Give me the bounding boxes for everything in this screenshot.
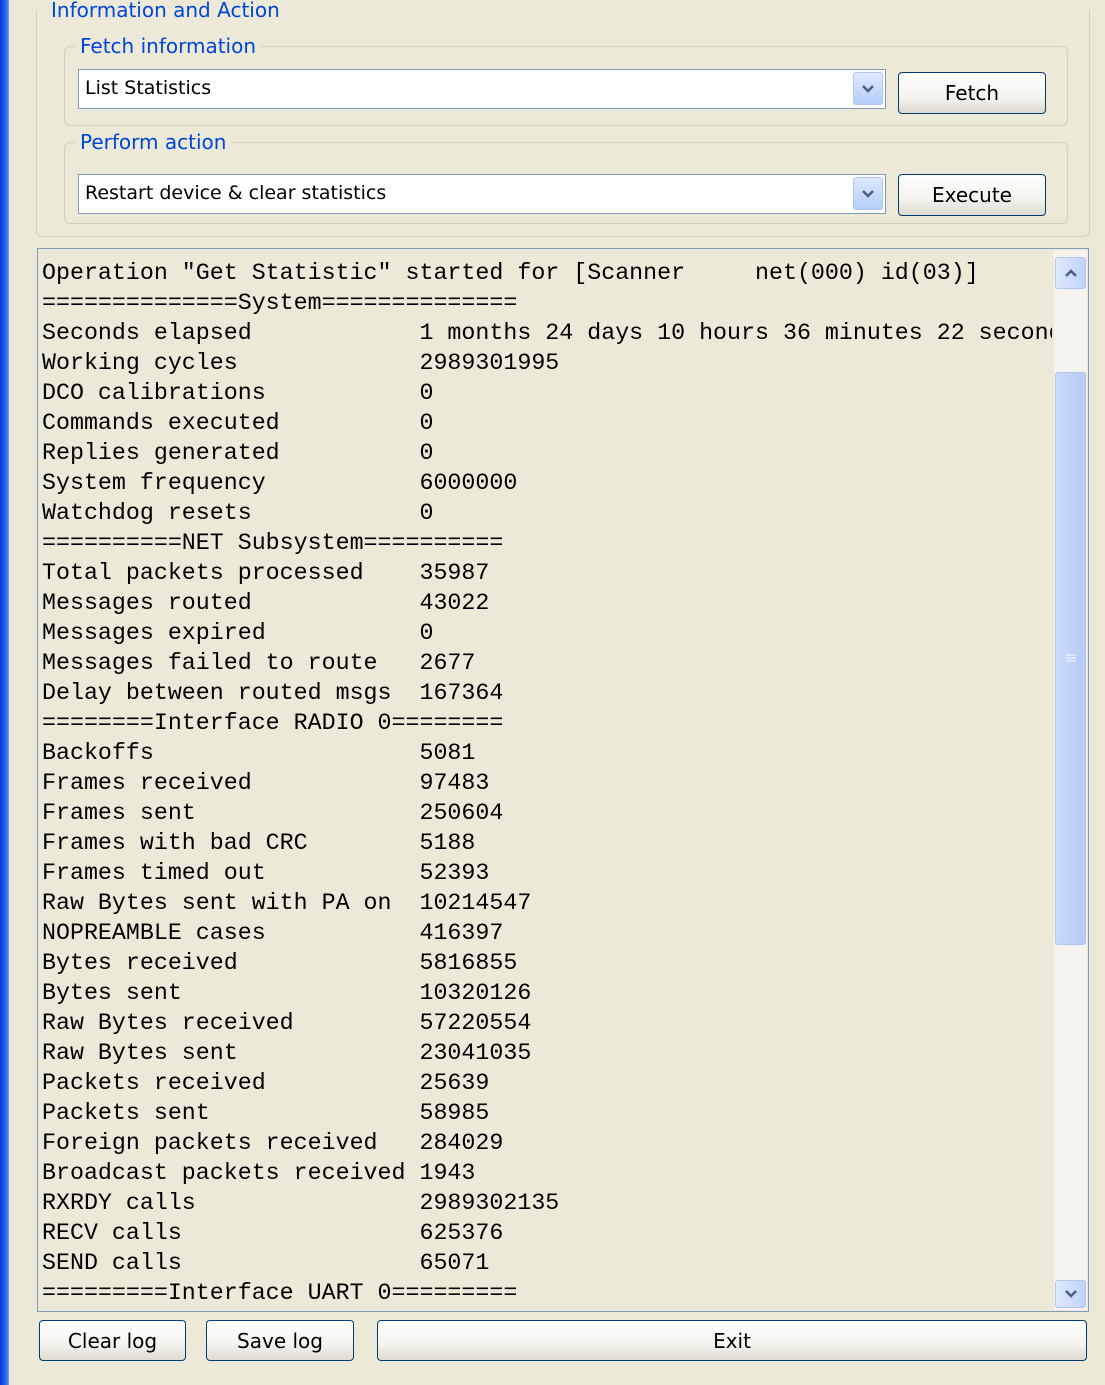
log-line: Frames received 97483 — [42, 770, 490, 796]
log-line: Seconds elapsed 1 months 24 days 10 hour… — [42, 320, 1052, 346]
log-line: RECV calls 625376 — [42, 1220, 504, 1246]
log-line: Bytes received 5816855 — [42, 950, 518, 976]
fetch-select-value: List Statistics — [85, 77, 212, 99]
log-line: RXRDY calls 2989302135 — [42, 1190, 560, 1216]
log-line: Working cycles 2989301995 — [42, 350, 560, 376]
log-line: ==============System============== — [42, 290, 518, 316]
info-action-legend: Information and Action — [46, 0, 285, 20]
clear-log-button[interactable]: Clear log — [39, 1320, 186, 1361]
log-line: Raw Bytes received 57220554 — [42, 1010, 532, 1036]
execute-button[interactable]: Execute — [898, 174, 1046, 216]
log-line: Operation "Get Statistic" started for [S… — [42, 260, 979, 286]
action-select-value: Restart device & clear statistics — [85, 182, 387, 204]
log-line: Frames timed out 52393 — [42, 860, 490, 886]
log-line: Broadcast packets received 1943 — [42, 1160, 476, 1186]
log-line: Watchdog resets 0 — [42, 500, 434, 526]
log-line: Delay between routed msgs 167364 — [42, 680, 504, 706]
log-lines: Operation "Get Statistic" started for [S… — [42, 258, 1052, 1308]
log-line: Total packets processed 35987 — [42, 560, 490, 586]
log-line: System frequency 6000000 — [42, 470, 518, 496]
log-line: Foreign packets received 284029 — [42, 1130, 504, 1156]
fetch-group-legend: Fetch information — [75, 34, 262, 58]
action-select[interactable]: Restart device & clear statistics — [78, 174, 886, 214]
log-line: Replies generated 0 — [42, 440, 434, 466]
log-output[interactable]: Operation "Get Statistic" started for [S… — [37, 248, 1089, 1312]
log-line: Raw Bytes sent 23041035 — [42, 1040, 532, 1066]
action-group-legend: Perform action — [75, 130, 232, 154]
chevron-down-icon[interactable] — [853, 177, 883, 210]
log-line: Messages expired 0 — [42, 620, 434, 646]
log-line: Bytes sent 10320126 — [42, 980, 532, 1006]
grip-icon — [1065, 653, 1076, 662]
exit-button[interactable]: Exit — [377, 1320, 1087, 1361]
log-line: NOPREAMBLE cases 416397 — [42, 920, 504, 946]
log-line: Messages failed to route 2677 — [42, 650, 476, 676]
log-line: Packets sent 58985 — [42, 1100, 490, 1126]
chevron-down-icon[interactable] — [853, 72, 883, 105]
arrow-up-icon[interactable] — [1055, 257, 1086, 289]
save-log-button[interactable]: Save log — [206, 1320, 354, 1361]
arrow-down-icon[interactable] — [1055, 1280, 1086, 1308]
log-line: ==========NET Subsystem========== — [42, 530, 504, 556]
fetch-button[interactable]: Fetch — [898, 72, 1046, 114]
log-line: =========Interface UART 0========= — [42, 1280, 518, 1306]
window-frame-edge — [0, 0, 9, 1385]
fetch-select[interactable]: List Statistics — [78, 69, 886, 109]
log-line: Backoffs 5081 — [42, 740, 476, 766]
log-line: Commands executed 0 — [42, 410, 434, 436]
log-line: ========Interface RADIO 0======== — [42, 710, 504, 736]
log-line: Messages routed 43022 — [42, 590, 490, 616]
log-line: DCO calibrations 0 — [42, 380, 434, 406]
log-line: Raw Bytes sent with PA on 10214547 — [42, 890, 532, 916]
log-line: SEND calls 65071 — [42, 1250, 490, 1276]
log-scrollbar[interactable] — [1053, 250, 1087, 1310]
log-line: Frames sent 250604 — [42, 800, 504, 826]
log-line: Frames with bad CRC 5188 — [42, 830, 476, 856]
log-line: Packets received 25639 — [42, 1070, 490, 1096]
scroll-thumb[interactable] — [1055, 372, 1086, 945]
